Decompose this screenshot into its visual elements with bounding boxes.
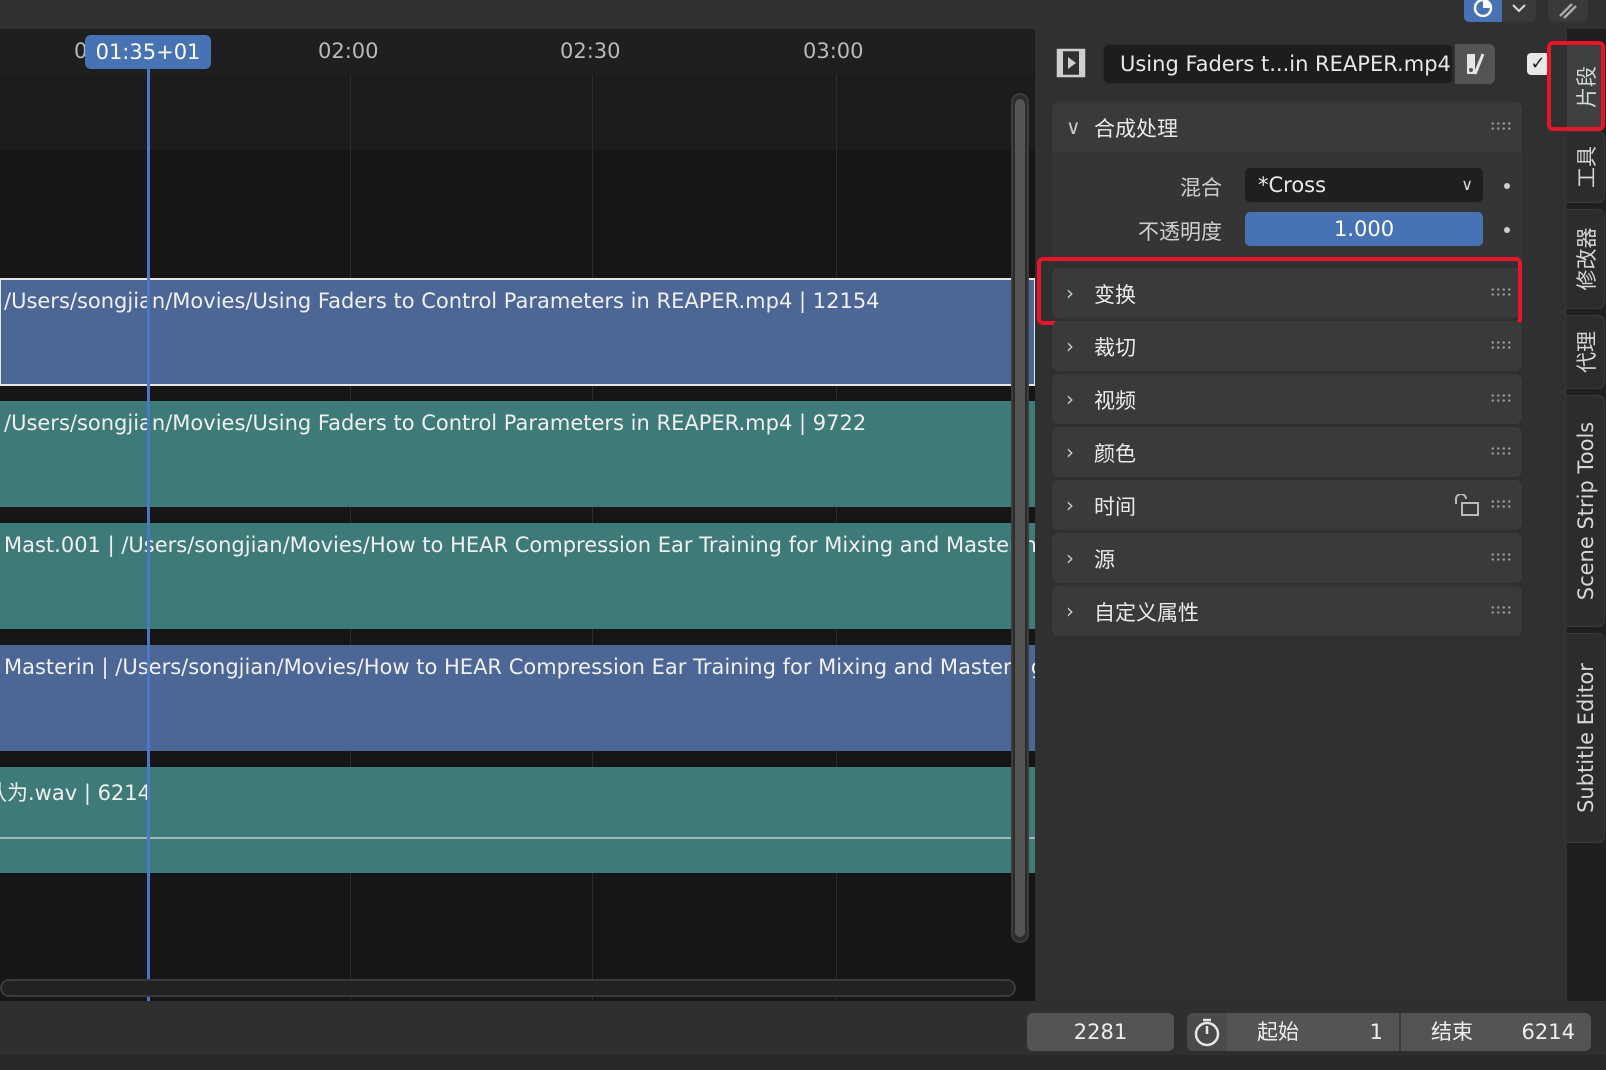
custom-properties-section-header[interactable]: › 自定义属性 [1052, 586, 1522, 636]
horizontal-scrollbar[interactable] [0, 979, 1016, 997]
tab-proxy[interactable]: 代理 [1567, 315, 1605, 389]
sidebar-tab-rail: 片段 工具 修改器 代理 Scene Strip Tools Subtitle … [1547, 29, 1606, 1001]
strip-label: /Users/songjian/Movies/Using Faders to C… [4, 289, 880, 313]
link-icon [1559, 3, 1577, 19]
section-title: 源 [1094, 548, 1115, 572]
strip-label: 认为.wav | 6214 [0, 781, 152, 805]
chevron-down-icon [1512, 4, 1526, 13]
drag-grip-icon[interactable] [1490, 340, 1512, 350]
compositing-section: ∨ 合成处理 混合 *Cross ∨ 不透明度 1.000 [1052, 102, 1522, 262]
strip-header: Using Faders t...in REAPER.mp4 ✓ [1035, 29, 1567, 99]
link-toggle-button[interactable] [1548, 0, 1588, 22]
end-label: 结束 [1431, 1020, 1473, 1044]
tab-tool[interactable]: 工具 [1567, 131, 1605, 203]
highlight-box [1037, 257, 1522, 325]
current-frame-input[interactable]: 2281 [1027, 1013, 1174, 1051]
playhead[interactable] [147, 69, 150, 1001]
compositing-header[interactable]: ∨ 合成处理 [1052, 102, 1522, 152]
strip-label: /Users/songjian/Movies/Using Faders to C… [4, 411, 867, 435]
end-value: 6214 [1521, 1020, 1575, 1044]
chevron-right-icon: › [1066, 387, 1074, 411]
video-strip[interactable]: /Users/songjian/Movies/Using Faders to C… [0, 278, 1035, 386]
strip-label: Mast.001 | /Users/songjian/Movies/How to… [4, 533, 1035, 557]
end-frame-input[interactable]: 结束 6214 [1401, 1013, 1591, 1051]
highlight-box [1547, 41, 1605, 131]
video-strip[interactable]: Masterin | /Users/songjian/Movies/How to… [0, 645, 1035, 751]
drag-grip-icon[interactable] [1490, 605, 1512, 615]
strip-enable-checkbox[interactable]: ✓ [1527, 53, 1549, 75]
start-label: 起始 [1257, 1020, 1299, 1044]
keyframe-dot-icon[interactable] [1504, 183, 1510, 189]
vertical-scrollbar[interactable] [1011, 93, 1029, 943]
blend-label: 混合 [1180, 176, 1222, 200]
keyframe-dot-icon[interactable] [1504, 227, 1510, 233]
scrollbar-thumb[interactable] [1015, 99, 1025, 937]
playback-footer: 2281 起始 1 结束 6214 [0, 1001, 1606, 1070]
empty-channel [0, 74, 1035, 150]
audio-volume-line [0, 837, 1035, 839]
tab-label: Scene Strip Tools [1573, 421, 1598, 601]
strip-label: Masterin | /Users/songjian/Movies/How to… [4, 655, 1035, 679]
audio-strip[interactable]: 认为.wav | 6214 [0, 767, 1035, 873]
chevron-right-icon: › [1066, 546, 1074, 570]
chevron-right-icon: › [1066, 599, 1074, 623]
drag-grip-icon[interactable] [1490, 121, 1512, 131]
video-section-header[interactable]: › 视频 [1052, 374, 1522, 424]
chevron-right-icon: › [1066, 334, 1074, 358]
video-strip[interactable]: /Users/songjian/Movies/Using Faders to C… [0, 401, 1035, 507]
section-title: 裁切 [1094, 336, 1136, 360]
color-section-header[interactable]: › 颜色 [1052, 427, 1522, 477]
strip-mute-icon [1467, 53, 1485, 75]
tab-label: 修改器 [1574, 227, 1599, 291]
start-frame-input[interactable]: 起始 1 [1227, 1013, 1401, 1051]
crop-section-header[interactable]: › 裁切 [1052, 321, 1522, 371]
drag-grip-icon[interactable] [1490, 552, 1512, 562]
blend-mode-value: *Cross [1258, 173, 1327, 197]
strip-name-input[interactable]: Using Faders t...in REAPER.mp4 [1103, 44, 1453, 84]
opacity-slider[interactable]: 1.000 [1245, 212, 1483, 246]
time-ruler[interactable]: 0 02:00 02:30 03:00 01:35+01 [0, 29, 1035, 74]
footer-bar: 2281 起始 1 结束 6214 [0, 1001, 1606, 1055]
opacity-label: 不透明度 [1138, 220, 1222, 244]
section-title: 颜色 [1094, 442, 1136, 466]
chevron-down-icon: ∨ [1066, 115, 1081, 139]
tick-label: 02:00 [318, 39, 379, 63]
overlay-dropdown-button[interactable] [1502, 0, 1536, 22]
drag-grip-icon[interactable] [1490, 393, 1512, 403]
chevron-right-icon: › [1066, 440, 1074, 464]
current-time-indicator[interactable]: 01:35+01 [85, 35, 211, 69]
tab-modifiers[interactable]: 修改器 [1567, 209, 1605, 309]
lock-icon[interactable] [1454, 494, 1480, 516]
tab-scene-strip-tools[interactable]: Scene Strip Tools [1567, 395, 1605, 627]
strip-mute-button[interactable] [1455, 44, 1495, 84]
tab-label: Subtitle Editor [1573, 663, 1598, 813]
section-title: 自定义属性 [1094, 601, 1199, 625]
frame-range-group: 起始 1 结束 6214 [1187, 1013, 1591, 1051]
strip-properties-panel: Using Faders t...in REAPER.mp4 ✓ ∨ 合成处理 … [1035, 29, 1567, 1001]
tick-label: 03:00 [803, 39, 864, 63]
start-value: 1 [1369, 1020, 1383, 1044]
use-preview-range-button[interactable] [1187, 1013, 1227, 1051]
film-strip-icon [1056, 48, 1086, 78]
section-title: 视频 [1094, 389, 1136, 413]
chevron-right-icon: › [1066, 493, 1074, 517]
section-title: 合成处理 [1094, 117, 1178, 141]
tab-label: 代理 [1574, 331, 1599, 373]
blend-mode-select[interactable]: *Cross ∨ [1245, 168, 1483, 202]
video-strip[interactable]: Mast.001 | /Users/songjian/Movies/How to… [0, 523, 1035, 629]
tick-label: 02:30 [560, 39, 621, 63]
overlay-icon [1473, 0, 1493, 18]
sequencer-timeline[interactable]: 0 02:00 02:30 03:00 01:35+01 /Users/song… [0, 29, 1035, 1001]
tab-label: 工具 [1574, 146, 1599, 188]
stopwatch-icon [1194, 1018, 1220, 1047]
time-section-header[interactable]: › 时间 [1052, 480, 1522, 530]
drag-grip-icon[interactable] [1490, 446, 1512, 456]
drag-grip-icon[interactable] [1490, 499, 1512, 509]
overlay-toggle-button[interactable] [1464, 0, 1502, 22]
tab-subtitle-editor[interactable]: Subtitle Editor [1567, 633, 1605, 843]
source-section-header[interactable]: › 源 [1052, 533, 1522, 583]
section-title: 时间 [1094, 495, 1136, 519]
top-header-bar [0, 0, 1606, 29]
chevron-down-icon: ∨ [1461, 175, 1473, 194]
